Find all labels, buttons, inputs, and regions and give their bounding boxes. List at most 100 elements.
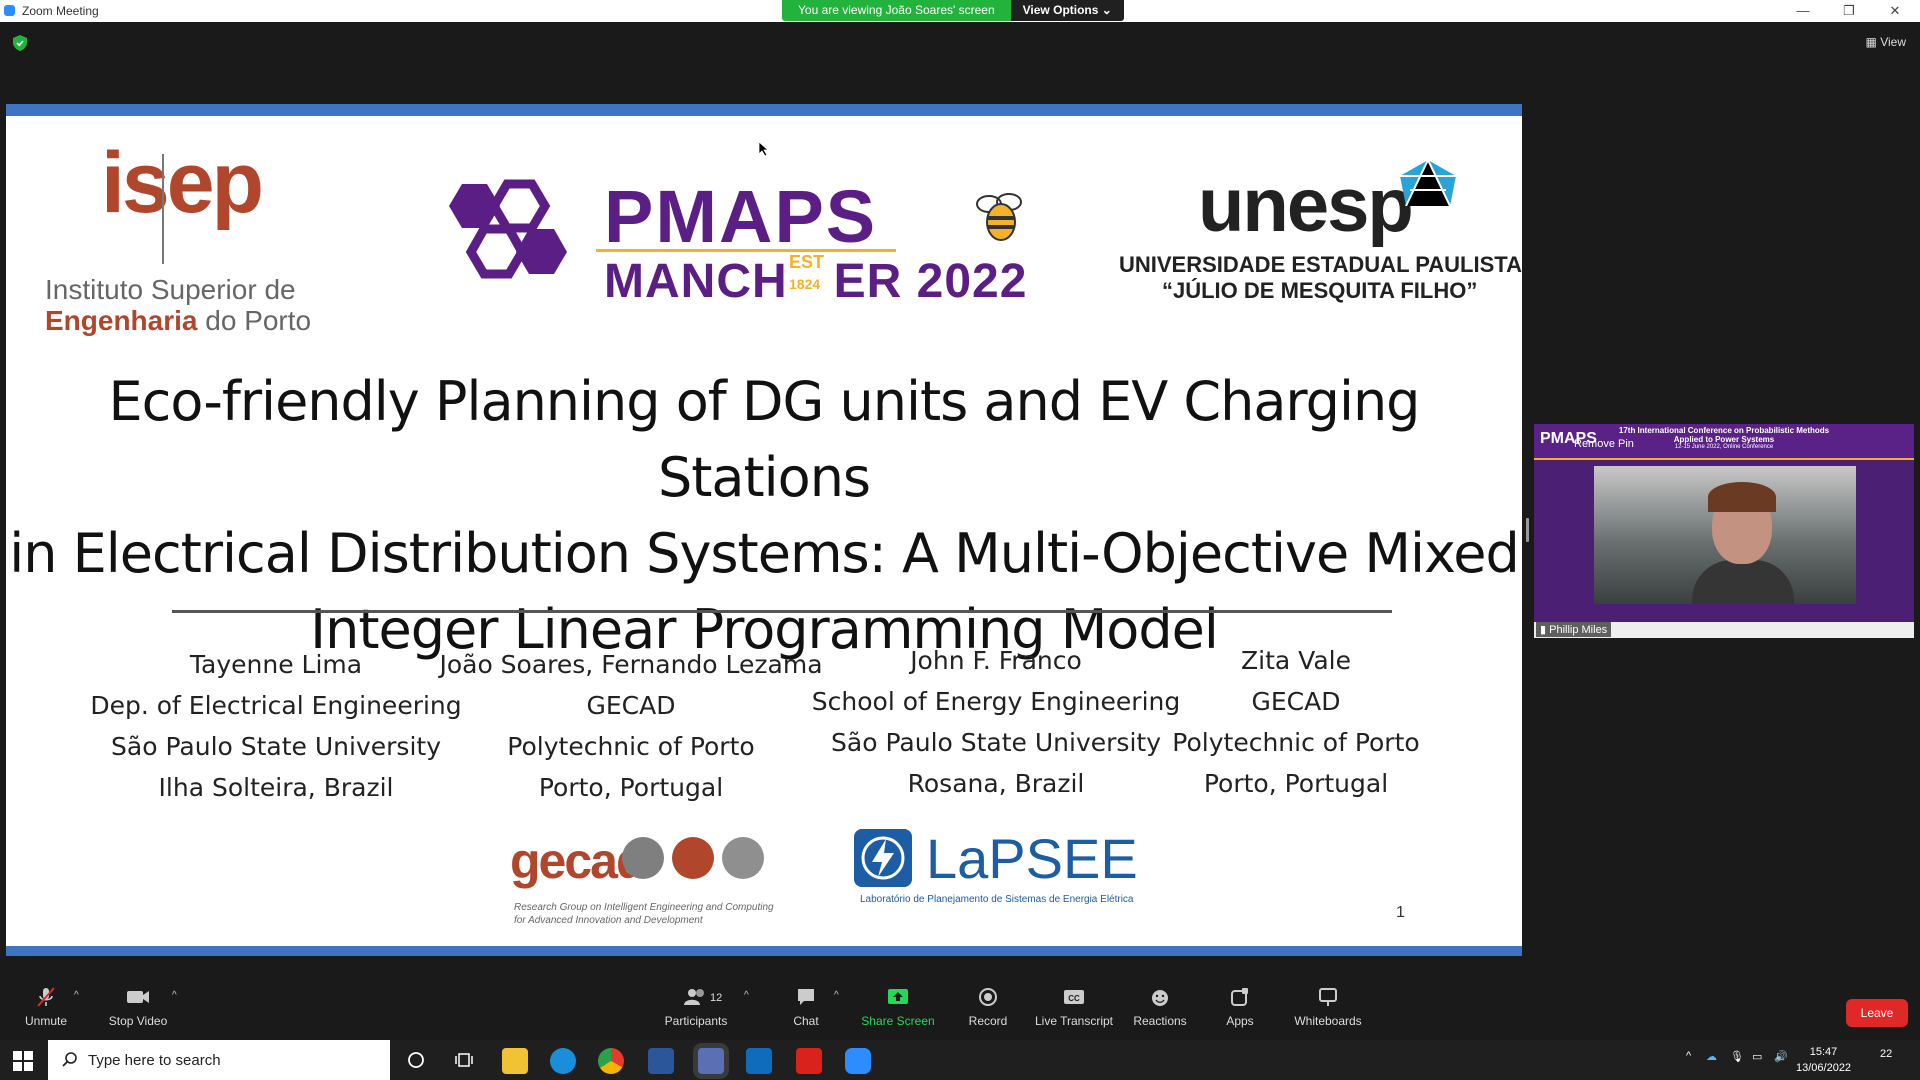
participants-button[interactable]: Participants: [658, 986, 734, 1028]
acrobat-icon[interactable]: [796, 1048, 822, 1074]
zoom-taskbar-icon[interactable]: [845, 1048, 871, 1074]
lapsee-logo: LaPSEE: [926, 827, 1138, 890]
leave-button[interactable]: Leave: [1846, 999, 1908, 1027]
outlook-icon[interactable]: [746, 1048, 772, 1074]
participant-name: ▮ Phillip Miles: [1536, 622, 1612, 637]
author-name: Tayenne Lima: [189, 650, 363, 679]
word-icon[interactable]: [648, 1048, 674, 1074]
record-button[interactable]: Record: [964, 986, 1012, 1028]
whiteboard-icon: [1319, 988, 1337, 1006]
share-screen-button[interactable]: Share Screen: [858, 986, 938, 1028]
notification-count: 22: [1880, 1048, 1893, 1060]
pmaps-underline: [596, 249, 896, 252]
author-loc: Porto, Portugal: [538, 773, 724, 802]
author-dept: GECAD: [586, 691, 676, 720]
video-options-caret[interactable]: ^: [172, 990, 177, 1001]
gecad-check-icon: [722, 837, 764, 879]
network-icon[interactable]: ▭: [1752, 1050, 1762, 1063]
unesp-subtitle-2: “JÚLIO DE MESQUITA FILHO”: [1162, 278, 1478, 303]
audio-options-caret[interactable]: ^: [74, 990, 79, 1001]
window-title: Zoom Meeting: [22, 4, 99, 18]
gecad-desc-line: for Advanced Innovation and Development: [514, 915, 703, 926]
cortana-icon[interactable]: [406, 1050, 426, 1070]
snipping-tool-icon[interactable]: [698, 1048, 724, 1074]
author-block: João Soares, Fernando Lezama GECAD Polyt…: [436, 644, 826, 808]
chrome-browser-icon[interactable]: [598, 1048, 624, 1074]
author-loc: Rosana, Brazil: [907, 769, 1085, 798]
isep-engenharia: Engenharia: [45, 305, 198, 336]
shield-icon[interactable]: [13, 35, 27, 51]
microphone-tray-icon[interactable]: 🎙: [1730, 1050, 1744, 1063]
conference-line: 17th International Conference on Probabi…: [1618, 426, 1830, 435]
participant-video-tile[interactable]: PMAPS 17th International Conference on P…: [1534, 424, 1914, 638]
tray-expand-icon[interactable]: ^: [1686, 1050, 1691, 1062]
close-button[interactable]: ✕: [1875, 1, 1915, 21]
signal-icon: ▮: [1540, 624, 1550, 636]
reactions-label: Reactions: [1133, 1014, 1187, 1028]
gecad-question-icon: [622, 837, 664, 879]
apps-label: Apps: [1226, 1014, 1254, 1028]
record-label: Record: [968, 1014, 1008, 1028]
live-transcript-label: Live Transcript: [1034, 1014, 1114, 1028]
slide-bottom-bar: [6, 946, 1522, 956]
volume-icon[interactable]: 🔊: [1774, 1050, 1788, 1063]
participants-count: 12: [710, 992, 723, 1004]
chat-label: Chat: [793, 1014, 819, 1028]
pmaps-title: PMAPS: [604, 175, 878, 258]
participant-shirt: [1692, 560, 1794, 604]
share-screen-icon: [888, 989, 908, 1004]
author-inst: São Paulo State University: [831, 728, 1161, 757]
stop-video-label: Stop Video: [108, 1014, 168, 1028]
edge-browser-icon[interactable]: [550, 1048, 576, 1074]
apps-icon: [1231, 988, 1248, 1006]
author-dept: GECAD: [1251, 687, 1341, 716]
minimize-button[interactable]: —: [1783, 1, 1823, 21]
stop-video-button[interactable]: Stop Video: [106, 986, 170, 1028]
view-options-button[interactable]: View Options ⌄: [1010, 0, 1124, 21]
taskbar-search-box[interactable]: Type here to search: [48, 1040, 390, 1080]
taskbar-clock[interactable]: 15:47 13/06/2022: [1796, 1044, 1851, 1076]
reactions-button[interactable]: Reactions: [1132, 986, 1188, 1028]
onedrive-icon[interactable]: ☁: [1706, 1050, 1717, 1063]
chat-button[interactable]: Chat: [786, 986, 826, 1028]
live-transcript-button[interactable]: CC Live Transcript: [1034, 986, 1114, 1028]
view-label: View: [1880, 35, 1906, 49]
grid-icon: ▦: [1865, 35, 1881, 49]
unesp-subtitle-1: UNIVERSIDADE ESTADUAL PAULISTA: [1119, 252, 1522, 277]
slide-title: Eco-friendly Planning of DG units and EV…: [6, 364, 1522, 668]
unesp-logo: unesp: [1198, 163, 1414, 248]
windows-start-icon[interactable]: [12, 1050, 34, 1072]
task-view-icon[interactable]: [454, 1050, 474, 1070]
participants-options-caret[interactable]: ^: [744, 990, 749, 1001]
gecad-description: Research Group on Intelligent Engineerin…: [514, 901, 774, 927]
remove-pin-button[interactable]: Remove Pin: [1574, 438, 1634, 450]
shared-screen-slide: isep Instituto Superior de Engenharia do…: [6, 104, 1522, 956]
view-button[interactable]: ▦ View: [1866, 35, 1906, 49]
notification-center-icon[interactable]: 22: [1880, 1048, 1892, 1060]
viewing-banner: You are viewing João Soares' screen View…: [782, 0, 1124, 21]
chat-options-caret[interactable]: ^: [834, 990, 839, 1001]
closed-caption-icon: CC: [1064, 990, 1084, 1004]
whiteboards-button[interactable]: Whiteboards: [1292, 986, 1364, 1028]
chat-icon: [798, 989, 814, 1005]
restore-button[interactable]: ❐: [1829, 1, 1869, 21]
unmute-label: Unmute: [24, 1014, 68, 1028]
conference-line: 12-15 June 2022, Online Conference: [1674, 444, 1774, 450]
unmute-button[interactable]: Unmute: [18, 986, 74, 1028]
participant-name-label: Phillip Miles: [1549, 624, 1608, 636]
clock-date: 13/06/2022: [1796, 1062, 1852, 1074]
gecad-desc-line: Research Group on Intelligent Engineerin…: [514, 902, 774, 913]
slide-top-bar: [6, 104, 1522, 116]
panel-resize-handle[interactable]: [1526, 518, 1529, 542]
isep-subtitle-2: Engenharia do Porto: [45, 305, 311, 337]
zoom-app-icon: [4, 5, 15, 16]
file-explorer-icon[interactable]: [502, 1048, 528, 1074]
author-inst: São Paulo State University: [111, 732, 441, 761]
pmaps-est: EST 1824: [789, 252, 824, 294]
conference-line: Applied to Power Systems: [1673, 435, 1775, 444]
unesp-star-icon: [1400, 160, 1456, 206]
author-dept: School of Energy Engineering: [811, 687, 1181, 716]
apps-button[interactable]: Apps: [1222, 986, 1258, 1028]
participants-icon: [684, 989, 704, 1005]
slide-page-number: 1: [1396, 904, 1405, 921]
